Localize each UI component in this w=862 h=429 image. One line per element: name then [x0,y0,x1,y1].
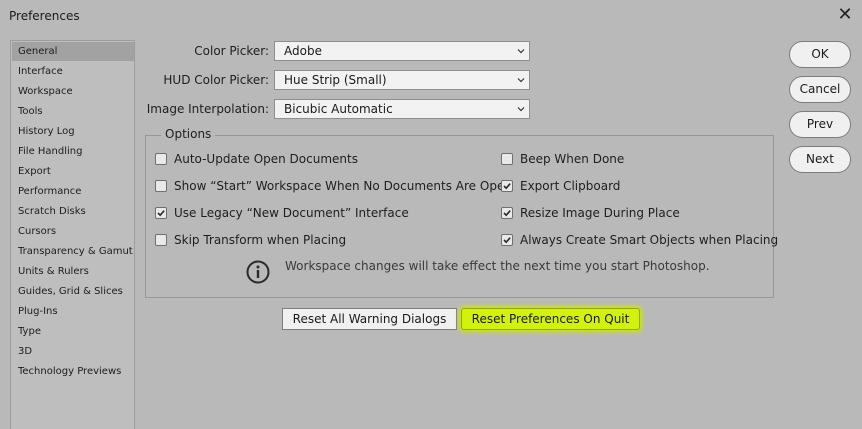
chevron-down-icon [517,78,525,83]
color-picker-label: Color Picker: [194,44,269,58]
checkmark-icon [503,183,511,190]
export-clipboard-label: Export Clipboard [520,179,621,193]
auto-update-label: Auto-Update Open Documents [174,152,358,166]
sidebar-item-plug-ins[interactable]: Plug-Ins [12,302,134,321]
show-start-workspace-checkbox[interactable] [155,180,167,192]
checkmark-icon [157,210,165,217]
image-interpolation-select[interactable]: Bicubic Automatic [274,99,530,119]
sidebar-item-scratch-disks[interactable]: Scratch Disks [12,202,134,221]
skip-transform-label: Skip Transform when Placing [174,233,347,247]
always-create-smart-objects-label: Always Create Smart Objects when Placing [520,233,779,247]
cancel-button[interactable]: Cancel [789,76,851,103]
checkmark-icon [503,210,511,217]
preferences-sidebar: General Interface Workspace Tools Histor… [10,40,135,429]
sidebar-item-export[interactable]: Export [12,162,134,181]
sidebar-item-file-handling[interactable]: File Handling [12,142,134,161]
beep-when-done-checkbox[interactable] [501,153,513,165]
sidebar-item-technology-previews[interactable]: Technology Previews [12,362,134,381]
options-group-title: Options [161,127,216,141]
hud-color-picker-value: Hue Strip (Small) [284,73,387,87]
always-create-smart-objects-checkbox[interactable] [501,234,513,246]
workspace-info-text: Workspace changes will take effect the n… [285,259,710,273]
window-title: Preferences [9,9,80,23]
sidebar-item-transparency-gamut[interactable]: Transparency & Gamut [12,242,134,261]
reset-warning-dialogs-button[interactable]: Reset All Warning Dialogs [282,308,457,330]
info-icon [246,260,270,284]
hud-color-picker-select[interactable]: Hue Strip (Small) [274,70,530,90]
legacy-new-document-label: Use Legacy “New Document” Interface [174,206,409,220]
show-start-workspace-label: Show “Start” Workspace When No Documents… [174,179,512,193]
beep-when-done-label: Beep When Done [520,152,625,166]
sidebar-item-interface[interactable]: Interface [12,62,134,81]
image-interpolation-label: Image Interpolation: [146,102,269,116]
image-interpolation-value: Bicubic Automatic [284,102,393,116]
resize-image-during-place-checkbox[interactable] [501,207,513,219]
sidebar-item-workspace[interactable]: Workspace [12,82,134,101]
legacy-new-document-checkbox[interactable] [155,207,167,219]
next-button[interactable]: Next [789,146,851,173]
color-picker-select[interactable]: Adobe [274,41,530,61]
export-clipboard-checkbox[interactable] [501,180,513,192]
resize-image-during-place-label: Resize Image During Place [520,206,680,220]
sidebar-item-general[interactable]: General [12,42,134,61]
close-icon[interactable]: ✕ [836,6,854,24]
skip-transform-checkbox[interactable] [155,234,167,246]
reset-preferences-on-quit-button[interactable]: Reset Preferences On Quit [461,308,640,330]
sidebar-item-history-log[interactable]: History Log [12,122,134,141]
chevron-down-icon [517,107,525,112]
sidebar-item-3d[interactable]: 3D [12,342,134,361]
checkmark-icon [503,237,511,244]
sidebar-item-type[interactable]: Type [12,322,134,341]
sidebar-item-guides-grid-slices[interactable]: Guides, Grid & Slices [12,282,134,301]
hud-color-picker-label: HUD Color Picker: [163,73,269,87]
color-picker-value: Adobe [284,44,322,58]
chevron-down-icon [517,49,525,54]
sidebar-item-units-rulers[interactable]: Units & Rulers [12,262,134,281]
sidebar-item-cursors[interactable]: Cursors [12,222,134,241]
auto-update-checkbox[interactable] [155,153,167,165]
title-bar: Preferences ✕ [0,0,862,32]
sidebar-item-performance[interactable]: Performance [12,182,134,201]
ok-button[interactable]: OK [789,41,851,68]
sidebar-item-tools[interactable]: Tools [12,102,134,121]
prev-button[interactable]: Prev [789,111,851,138]
